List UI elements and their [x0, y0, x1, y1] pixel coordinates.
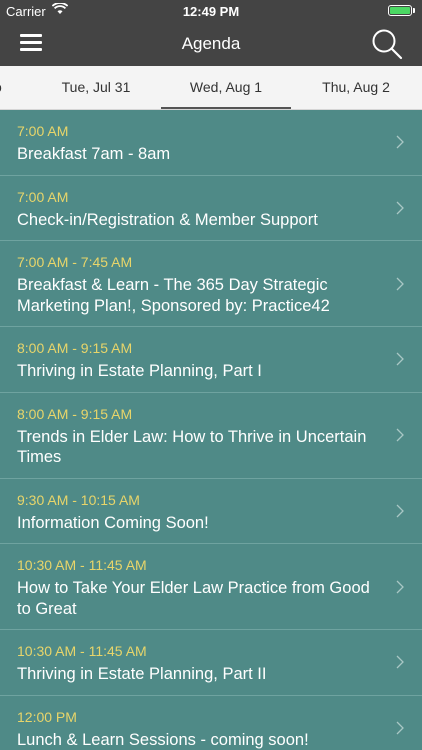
tab-thu-aug-2[interactable]: Thu, Aug 2 [291, 66, 421, 109]
agenda-item[interactable]: 10:30 AM - 11:45 AM How to Take Your Eld… [0, 544, 422, 630]
page-title: Agenda [181, 34, 241, 53]
agenda-item[interactable]: 7:00 AM Check-in/Registration & Member S… [0, 176, 422, 241]
session-title: Check-in/Registration & Member Support [17, 210, 318, 229]
session-time: 10:30 AM - 11:45 AM [17, 557, 147, 573]
session-title: Thriving in Estate Planning, Part II [17, 665, 267, 683]
session-title: Breakfast 7am - 8am [17, 145, 171, 163]
session-title: Information Coming Soon! [17, 513, 209, 532]
date-tabs: o Tue, Jul 31 Wed, Aug 1 Thu, Aug 2 [0, 66, 422, 110]
navigation-bar: Agenda [0, 22, 422, 66]
chevron-right-icon [396, 721, 404, 735]
session-time: 7:00 AM [17, 188, 69, 205]
chevron-right-icon [396, 201, 404, 215]
agenda-item[interactable]: 8:00 AM - 9:15 AM Thriving in Estate Pla… [0, 327, 422, 393]
status-time: 12:49 PM [182, 4, 240, 19]
chevron-right-icon [396, 428, 404, 442]
agenda-item[interactable]: 8:00 AM - 9:15 AM Trends in Elder Law: H… [0, 393, 422, 479]
session-time: 7:00 AM - 7:45 AM [17, 254, 133, 270]
session-time: 10:30 AM - 11:45 AM [17, 643, 147, 659]
chevron-right-icon [396, 504, 404, 518]
battery-icon [388, 5, 412, 16]
session-time: 7:00 AM [17, 123, 69, 139]
agenda-item[interactable]: 7:00 AM Breakfast 7am - 8am [0, 110, 422, 176]
session-title: How to Take Your Elder Law Practice from… [17, 579, 370, 618]
session-title: Thriving in Estate Planning, Part I [17, 362, 262, 380]
battery-tip [413, 8, 415, 13]
session-title: Breakfast & Learn - The 365 Day Strategi… [17, 276, 330, 315]
chevron-right-icon [396, 135, 404, 149]
session-time: 8:00 AM - 9:15 AM [17, 340, 133, 356]
session-time: 12:00 PM [17, 708, 77, 725]
agenda-item[interactable]: 7:00 AM - 7:45 AM Breakfast & Learn - Th… [0, 241, 422, 327]
status-bar: Carrier 12:49 PM [0, 0, 422, 22]
chevron-right-icon [396, 277, 404, 290]
tab-tue-jul-31[interactable]: Tue, Jul 31 [31, 66, 161, 109]
agenda-list: 7:00 AM Breakfast 7am - 8am 7:00 AM Chec… [0, 110, 422, 750]
session-time: 8:00 AM - 9:15 AM [17, 405, 133, 422]
search-icon[interactable] [370, 27, 404, 61]
chevron-right-icon [396, 655, 404, 669]
date-tab-partial[interactable]: o [0, 66, 4, 109]
session-time: 9:30 AM - 10:15 AM [17, 491, 140, 508]
chevron-right-icon [396, 352, 404, 366]
session-title: Lunch & Learn Sessions - coming soon! [17, 730, 309, 749]
chevron-right-icon [396, 580, 404, 593]
agenda-item[interactable]: 9:30 AM - 10:15 AM Information Coming So… [0, 479, 422, 544]
agenda-item[interactable]: 12:00 PM Lunch & Learn Sessions - coming… [0, 696, 422, 750]
agenda-item[interactable]: 10:30 AM - 11:45 AM Thriving in Estate P… [0, 630, 422, 696]
session-title: Trends in Elder Law: How to Thrive in Un… [17, 427, 367, 467]
tab-wed-aug-1[interactable]: Wed, Aug 1 [161, 66, 291, 109]
